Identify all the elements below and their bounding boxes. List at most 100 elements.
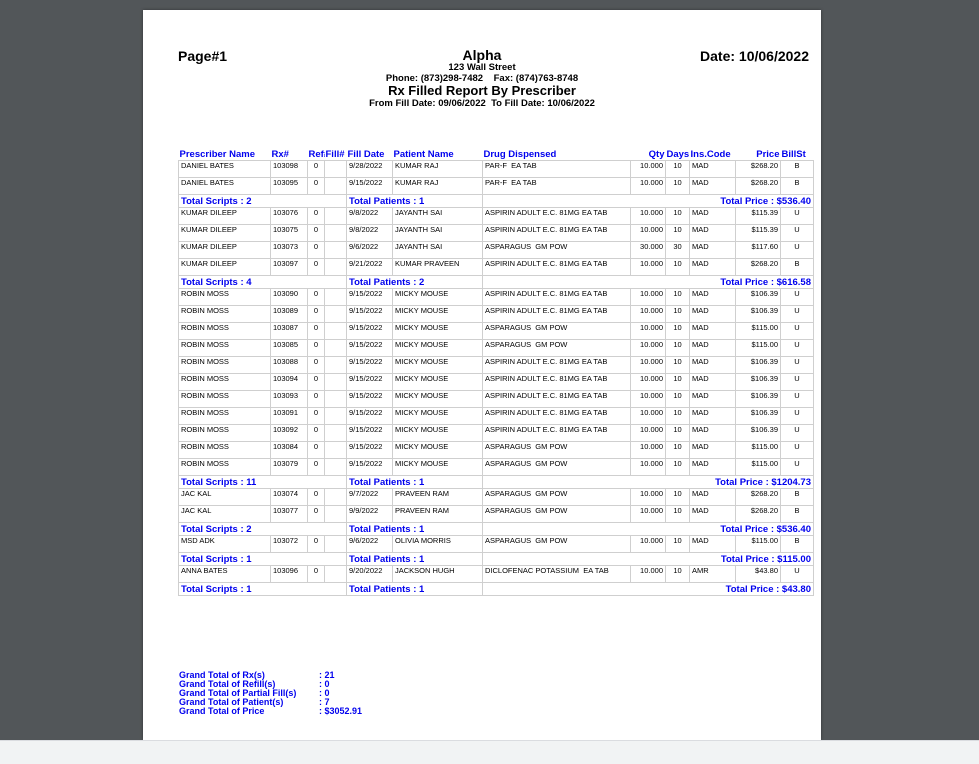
table-cell: U xyxy=(780,305,814,323)
table-cell: 0 xyxy=(307,505,325,523)
table-cell: ASPARAGUS GM POW xyxy=(482,339,631,357)
table-header-row: Prescriber Name Rx# Ref#Fill#Fill Date Pati… xyxy=(179,149,814,161)
table-cell: 0 xyxy=(307,488,325,506)
table-cell: DICLOFENAC POTASSIUM EA TAB xyxy=(482,565,631,583)
table-row: ROBIN MOSS 103090 0 9/15/2022 MICKY MOUSE ASP… xyxy=(178,288,814,306)
table-cell: 10.000 xyxy=(630,288,666,306)
table-cell: MAD xyxy=(689,241,736,259)
table-cell: $115.00 xyxy=(735,458,781,476)
table-cell: PAR-F EA TAB xyxy=(482,160,631,178)
table-cell xyxy=(324,177,347,195)
table-cell: 0 xyxy=(307,390,325,408)
table-cell: U xyxy=(780,288,814,306)
report-title: Rx Filled Report By Prescriber xyxy=(388,83,576,98)
table-cell xyxy=(324,224,347,242)
table-cell: 0 xyxy=(307,535,325,553)
table-cell: PRAVEEN RAM xyxy=(392,505,483,523)
table-cell: MAD xyxy=(689,373,736,391)
table-cell: ASPARAGUS GM POW xyxy=(482,535,631,553)
column-header: Days xyxy=(666,149,690,160)
table-cell: 0 xyxy=(307,177,325,195)
table-cell: U xyxy=(780,441,814,459)
table-cell: OLIVIA MORRIS xyxy=(392,535,483,553)
table-cell: MAD xyxy=(689,505,736,523)
table-cell: 9/15/2022 xyxy=(346,390,393,408)
table-cell: 9/15/2022 xyxy=(346,441,393,459)
table-cell: $106.39 xyxy=(735,407,781,425)
table-cell: 0 xyxy=(307,258,325,276)
table-cell: 9/8/2022 xyxy=(346,207,393,225)
total-patients: Total Patients : 1 xyxy=(346,582,483,596)
table-cell: MAD xyxy=(689,288,736,306)
table-cell xyxy=(324,424,347,442)
table-cell: B xyxy=(780,258,814,276)
table-cell: 10 xyxy=(665,207,690,225)
table-cell: U xyxy=(780,424,814,442)
table-cell: 9/8/2022 xyxy=(346,224,393,242)
table-cell: 0 xyxy=(307,224,325,242)
column-header: Price xyxy=(756,149,780,160)
column-header: Fill# xyxy=(325,149,345,160)
table-cell: 103092 xyxy=(270,424,308,442)
table-cell: 0 xyxy=(307,160,325,178)
table-cell: 0 xyxy=(307,356,325,374)
table-cell: 103073 xyxy=(270,241,308,259)
table-row: ROBIN MOSS 103085 0 9/15/2022 MICKY MOUSE ASP… xyxy=(178,339,814,357)
table-cell: B xyxy=(780,177,814,195)
total-price: Total Price : $616.58 xyxy=(482,275,814,289)
table-cell: 103077 xyxy=(270,505,308,523)
table-cell xyxy=(324,373,347,391)
table-row: KUMAR DILEEP 103073 0 9/6/2022 JAYANTH SAI AS… xyxy=(178,241,814,259)
total-patients: Total Patients : 1 xyxy=(346,522,483,536)
table-cell: ROBIN MOSS xyxy=(178,356,271,374)
table-body: DANIEL BATES 103098 0 9/28/2022 KUMAR RAJ PAR… xyxy=(178,160,814,596)
table-cell: ASPIRIN ADULT E.C. 81MG EA TAB xyxy=(482,373,631,391)
table-row: ROBIN MOSS 103084 0 9/15/2022 MICKY MOUSE ASP… xyxy=(178,441,814,459)
total-price: Total Price : $536.40 xyxy=(482,522,814,536)
column-header: Prescriber Name xyxy=(179,149,256,160)
table-cell: 9/15/2022 xyxy=(346,322,393,340)
table-cell: $115.00 xyxy=(735,322,781,340)
table-cell: U xyxy=(780,339,814,357)
table-row: DANIEL BATES 103095 0 9/15/2022 KUMAR RAJ PAR… xyxy=(178,177,814,195)
group-total-row: Total Scripts : 11 Total Patients : 1 Tota… xyxy=(178,475,814,489)
table-row: ROBIN MOSS 103091 0 9/15/2022 MICKY MOUSE ASP… xyxy=(178,407,814,425)
table-cell: 10 xyxy=(665,322,690,340)
table-cell xyxy=(324,535,347,553)
table-cell: 103094 xyxy=(270,373,308,391)
table-cell: 103098 xyxy=(270,160,308,178)
table-cell: MICKY MOUSE xyxy=(392,339,483,357)
total-scripts: Total Scripts : 1 xyxy=(178,552,347,566)
table-cell: 10.000 xyxy=(630,339,666,357)
table-cell: $106.39 xyxy=(735,424,781,442)
table-cell: $268.20 xyxy=(735,488,781,506)
column-header: Fill Date xyxy=(347,149,385,160)
table-cell: 0 xyxy=(307,322,325,340)
table-cell: KUMAR PRAVEEN xyxy=(392,258,483,276)
table-cell: ASPIRIN ADULT E.C. 81MG EA TAB xyxy=(482,407,631,425)
table-cell: $106.39 xyxy=(735,288,781,306)
total-scripts: Total Scripts : 2 xyxy=(178,194,347,208)
group-total-row: Total Scripts : 2 Total Patients : 1 Total… xyxy=(178,194,814,208)
table-cell: 10 xyxy=(665,258,690,276)
table-cell: 10 xyxy=(665,488,690,506)
total-scripts: Total Scripts : 4 xyxy=(178,275,347,289)
table-cell: MICKY MOUSE xyxy=(392,373,483,391)
pharmacy-name: Alpha xyxy=(462,47,502,63)
table-cell: 0 xyxy=(307,407,325,425)
table-cell: 0 xyxy=(307,373,325,391)
table-cell: ASPIRIN ADULT E.C. 81MG EA TAB xyxy=(482,305,631,323)
report-page: Page#1 Date: 10/06/2022 Alpha 123 Wall S… xyxy=(143,10,821,740)
total-price: Total Price : $115.00 xyxy=(482,552,814,566)
table-cell: $43.80 xyxy=(735,565,781,583)
table-cell: ASPIRIN ADULT E.C. 81MG EA TAB xyxy=(482,390,631,408)
table-cell xyxy=(324,339,347,357)
table-cell: $106.39 xyxy=(735,305,781,323)
group-total-row: Total Scripts : 4 Total Patients : 2 Total… xyxy=(178,275,814,289)
table-cell: $115.39 xyxy=(735,224,781,242)
table-cell: 10.000 xyxy=(630,535,666,553)
table-cell: ASPIRIN ADULT E.C. 81MG EA TAB xyxy=(482,207,631,225)
table-cell: MAD xyxy=(689,207,736,225)
table-cell: JAYANTH SAI xyxy=(392,224,483,242)
table-cell: 103079 xyxy=(270,458,308,476)
